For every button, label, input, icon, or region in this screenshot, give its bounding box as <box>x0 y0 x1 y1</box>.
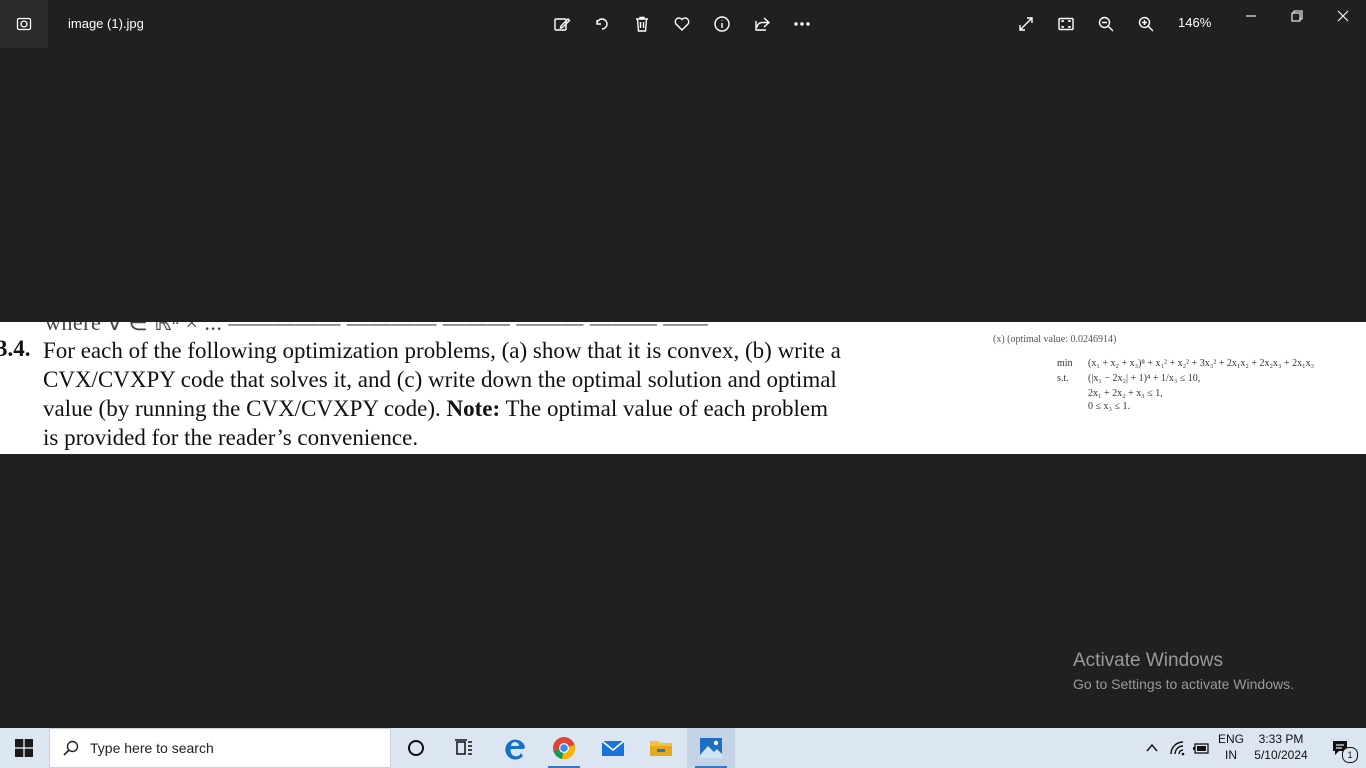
clock[interactable]: 3:33 PM 5/10/2024 <box>1250 732 1312 762</box>
fit-to-window-button[interactable] <box>1050 8 1082 40</box>
problem-number: 3.4. <box>0 336 31 361</box>
battery-button[interactable] <box>1189 728 1213 768</box>
share-icon <box>755 17 771 31</box>
file-info-button[interactable] <box>706 8 738 40</box>
file-name: image (1).jpg <box>68 16 144 31</box>
start-button[interactable] <box>0 728 48 768</box>
fit-window-icon <box>1058 17 1074 31</box>
edge-icon <box>505 739 525 760</box>
input-language[interactable]: ENG IN <box>1214 732 1248 762</box>
expand-icon <box>1019 17 1033 31</box>
cortana-icon <box>408 740 424 756</box>
more-options-button[interactable] <box>786 8 818 40</box>
optimization-constraint-1: (|x₁ − 2x₂| + 1)⁴ + 1/x₃ ≤ 10, <box>1088 373 1201 384</box>
mail-taskbar-button[interactable] <box>589 728 637 768</box>
photos-app-icon[interactable] <box>0 0 48 48</box>
optimization-objective: (x₁ + x₂ + x₃)⁸ + x₁² + x₂² + 3x₃² + 2x₁… <box>1088 358 1315 369</box>
minimize-icon <box>1246 15 1256 17</box>
close-icon <box>1337 10 1349 22</box>
share-button[interactable] <box>746 8 778 40</box>
optimization-constraint-3: 0 ≤ x₃ ≤ 1. <box>1088 401 1130 412</box>
note-label: Note: <box>446 396 501 421</box>
info-icon <box>714 16 730 32</box>
battery-icon <box>1193 743 1209 754</box>
chrome-icon <box>553 737 575 760</box>
problem-line-3: value (by running the CVX/CVXPY code). N… <box>43 396 829 421</box>
cropped-text-line: where ∇ ∈ ℝⁿ × ... ————— ———— ——— ——— ——… <box>45 322 709 335</box>
wifi-icon <box>1170 741 1185 756</box>
problem-line-4: is provided for the reader’s convenience… <box>43 425 419 450</box>
restore-icon <box>1291 10 1303 22</box>
search-placeholder: Type here to search <box>90 740 214 756</box>
image-icon <box>16 17 32 31</box>
zoom-in-button[interactable] <box>1130 8 1162 40</box>
task-view-button[interactable] <box>440 728 488 768</box>
photo-canvas[interactable]: where ∇ ∈ ℝⁿ × ... ————— ———— ——— ——— ——… <box>0 322 1366 454</box>
delete-button[interactable] <box>626 8 658 40</box>
chrome-taskbar-button[interactable] <box>540 728 588 768</box>
edge-taskbar-button[interactable] <box>492 728 540 768</box>
folder-icon <box>650 741 672 756</box>
watermark-title: Activate Windows <box>1073 650 1223 671</box>
minimize-button[interactable] <box>1228 0 1274 32</box>
problem-line-1: For each of the following optimization p… <box>43 338 841 363</box>
chevron-up-icon <box>1146 743 1158 752</box>
heart-icon <box>674 17 690 31</box>
restore-button[interactable] <box>1274 0 1320 32</box>
activate-windows-watermark: Activate Windows Go to Settings to activ… <box>1073 650 1294 692</box>
clock-time: 3:33 PM <box>1258 732 1304 746</box>
zoom-out-icon <box>1098 16 1114 32</box>
file-explorer-taskbar-button[interactable] <box>637 728 685 768</box>
notification-count-badge: 1 <box>1342 747 1358 763</box>
cortana-button[interactable] <box>392 728 440 768</box>
more-icon <box>794 22 810 26</box>
taskbar-search-box[interactable]: Type here to search <box>49 728 391 768</box>
problem-statement: For each of the following optimization p… <box>43 336 913 452</box>
title-bar: image (1).jpg 146% <box>0 0 1366 48</box>
zoom-out-button[interactable] <box>1090 8 1122 40</box>
optimization-min-keyword: min <box>1057 358 1073 369</box>
edit-image-button[interactable] <box>546 8 578 40</box>
rotate-icon <box>596 18 608 30</box>
close-button[interactable] <box>1320 0 1366 32</box>
edit-image-icon <box>554 18 571 31</box>
task-view-icon <box>455 739 472 755</box>
part-x-label: (x) (optimal value: 0.0246914) <box>993 334 1117 345</box>
mail-icon <box>601 740 625 756</box>
network-button[interactable] <box>1166 728 1190 768</box>
photos-icon <box>700 738 722 758</box>
taskbar: Type here to search ENG IN 3:33 PM 5/10/… <box>0 728 1366 768</box>
optimization-constraint-2: 2x₁ + 2x₂ + x₃ ≤ 1, <box>1088 388 1163 399</box>
watermark-subtitle: Go to Settings to activate Windows. <box>1073 676 1294 692</box>
rotate-button[interactable] <box>586 8 618 40</box>
search-icon <box>63 740 79 756</box>
zoom-level[interactable]: 146% <box>1178 15 1211 30</box>
zoom-in-icon <box>1138 16 1154 32</box>
problem-line-2: CVX/CVXPY code that solves it, and (c) w… <box>43 367 837 392</box>
favorite-button[interactable] <box>666 8 698 40</box>
action-center-button[interactable]: 1 <box>1318 728 1364 768</box>
clock-date: 5/10/2024 <box>1254 748 1308 762</box>
windows-logo-icon <box>15 739 33 757</box>
trash-icon <box>636 16 648 32</box>
optimization-st-keyword: s.t. <box>1057 373 1069 384</box>
full-screen-button[interactable] <box>1010 8 1042 40</box>
show-hidden-icons-button[interactable] <box>1140 728 1164 768</box>
photos-taskbar-button[interactable] <box>687 728 735 768</box>
